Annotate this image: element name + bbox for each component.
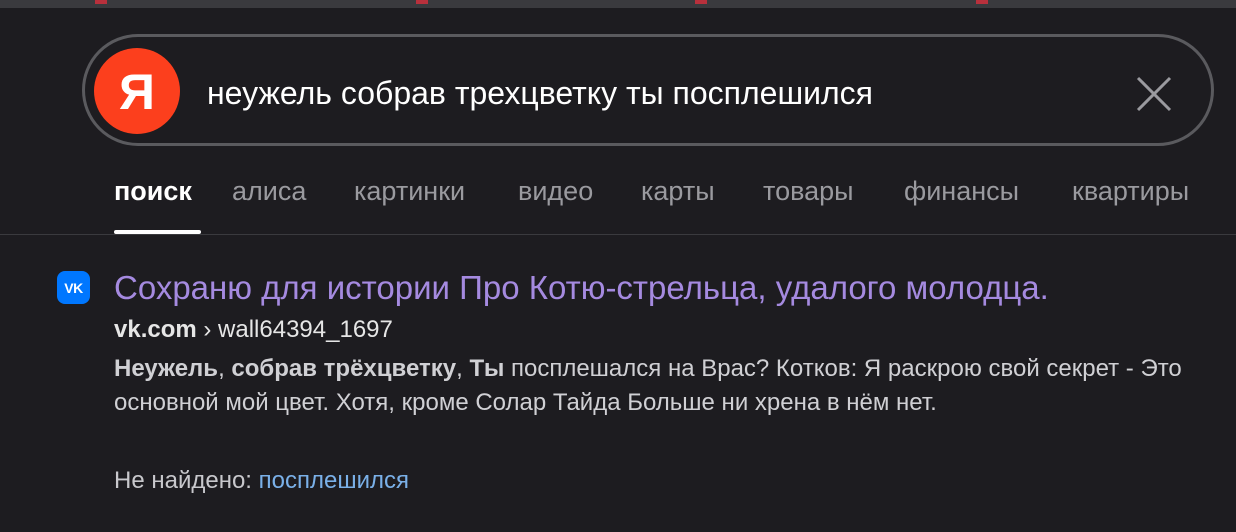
not-found-label: Не найдено: <box>114 467 259 494</box>
result-url: vk.com › wall64394_1697 <box>114 315 393 345</box>
url-separator: › <box>196 316 219 343</box>
snippet-highlight: Ты <box>469 355 505 382</box>
tab-search[interactable]: поиск <box>114 174 192 208</box>
yandex-logo-icon: Я <box>119 65 155 117</box>
tab-goods[interactable]: товары <box>763 174 854 208</box>
vk-icon: VK <box>57 271 90 304</box>
result-domain-link[interactable]: vk.com <box>114 316 197 343</box>
snippet-highlight: собрав трёхцветку <box>231 355 457 382</box>
tab-mark <box>976 0 988 4</box>
tab-mark <box>695 0 707 4</box>
result-path-link[interactable]: wall64394_1697 <box>218 316 393 343</box>
snippet-highlight: Неужель <box>114 355 219 382</box>
tab-images[interactable]: картинки <box>354 174 465 208</box>
result-snippet: Неужель, собрав трёхцветку, Ты посплешал… <box>114 352 1194 420</box>
search-box[interactable]: Я неужель собрав трехцветку ты посплешил… <box>82 34 1214 146</box>
yandex-logo[interactable]: Я <box>94 48 180 134</box>
browser-top-strip <box>0 0 1236 8</box>
tab-realty[interactable]: квартиры <box>1072 174 1189 208</box>
tab-mark <box>95 0 107 4</box>
close-icon[interactable] <box>1135 75 1173 113</box>
not-found-line: Не найдено: посплешился <box>114 465 409 497</box>
search-tabs: поиск алиса картинки видео карты товары … <box>114 174 1236 234</box>
tab-maps[interactable]: карты <box>641 174 715 208</box>
search-input[interactable]: неужель собрав трехцветку ты посплешился <box>207 73 873 113</box>
tab-finance[interactable]: финансы <box>904 174 1019 208</box>
tab-mark <box>416 0 428 4</box>
snippet-separator: , <box>456 355 470 382</box>
snippet-separator: , <box>218 355 232 382</box>
svg-text:Я: Я <box>119 65 155 117</box>
not-found-word-link[interactable]: посплешился <box>259 467 409 494</box>
vk-icon-text: VK <box>64 279 83 296</box>
tab-alice[interactable]: алиса <box>232 174 306 208</box>
divider <box>0 234 1236 235</box>
tab-video[interactable]: видео <box>518 174 593 208</box>
result-title-link[interactable]: Сохраню для истории Про Котю-стрельца, у… <box>114 266 1049 310</box>
